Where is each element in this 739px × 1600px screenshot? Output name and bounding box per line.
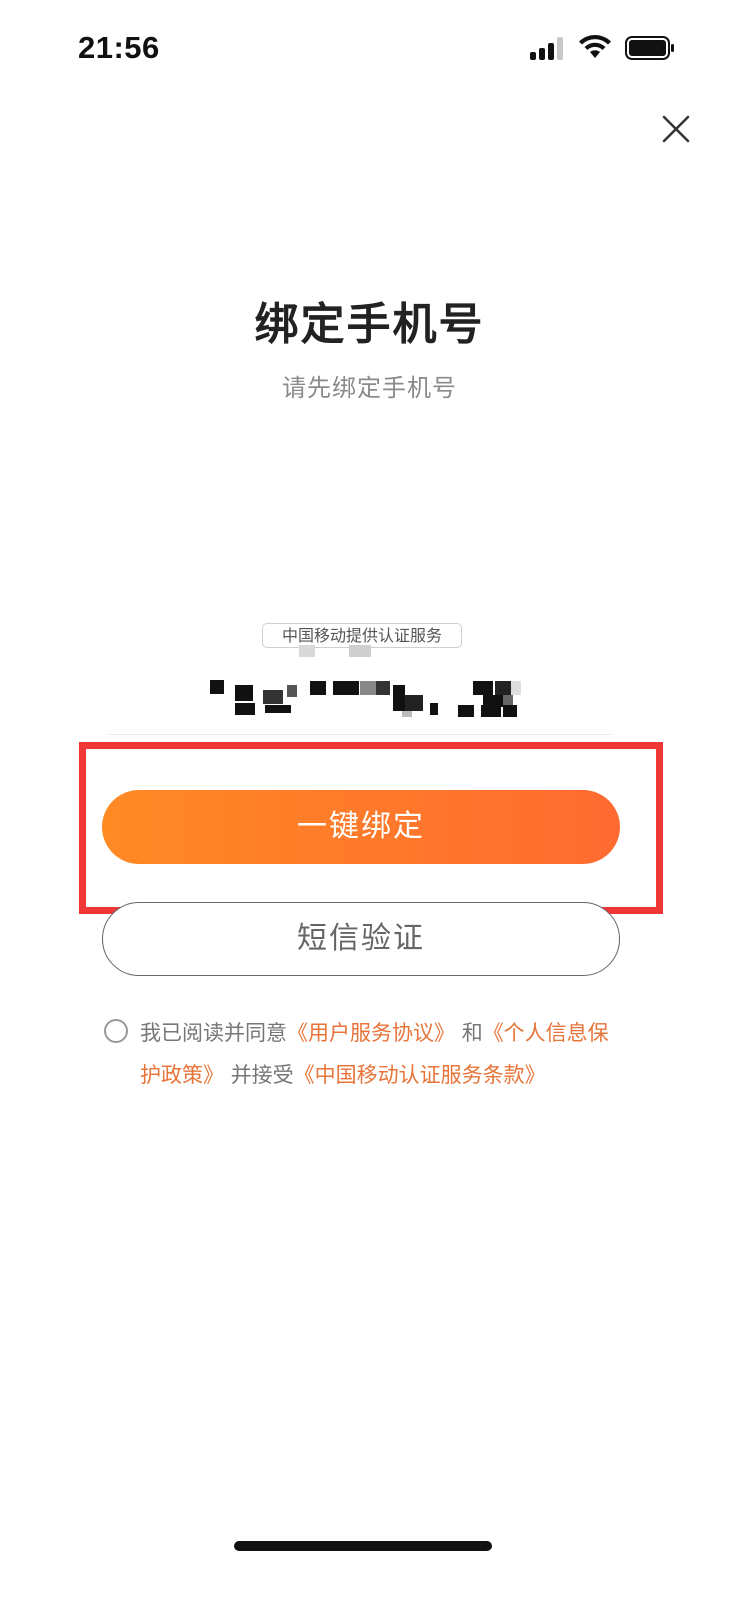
status-bar: 21:56 xyxy=(0,0,739,100)
agreement-prefix: 我已阅读并同意 xyxy=(140,1021,287,1045)
divider xyxy=(108,734,613,735)
close-icon[interactable] xyxy=(655,108,697,150)
wifi-icon xyxy=(579,35,611,58)
agreement-and: 和 xyxy=(461,1021,483,1045)
agreement-checkbox[interactable] xyxy=(104,1019,128,1043)
one-click-bind-button[interactable]: 一键绑定 xyxy=(102,790,620,864)
agreement-accept: 并接受 xyxy=(230,1063,294,1087)
agreement-text: 我已阅读并同意《用户服务协议》 和《个人信息保护政策》 并接受《中国移动认证服务… xyxy=(140,1012,624,1096)
carrier-terms-link[interactable]: 《中国移动认证服务条款》 xyxy=(294,1063,546,1087)
home-indicator[interactable] xyxy=(234,1541,492,1551)
page-subtitle: 请先绑定手机号 xyxy=(282,374,457,402)
status-time: 21:56 xyxy=(78,30,160,65)
masked-phone-number xyxy=(205,645,535,725)
sms-verify-button[interactable]: 短信验证 xyxy=(102,902,620,976)
cellular-signal-icon xyxy=(530,36,566,60)
page-title: 绑定手机号 xyxy=(254,299,485,350)
user-agreement-link[interactable]: 《用户服务协议》 xyxy=(287,1021,455,1045)
battery-icon xyxy=(625,36,674,60)
